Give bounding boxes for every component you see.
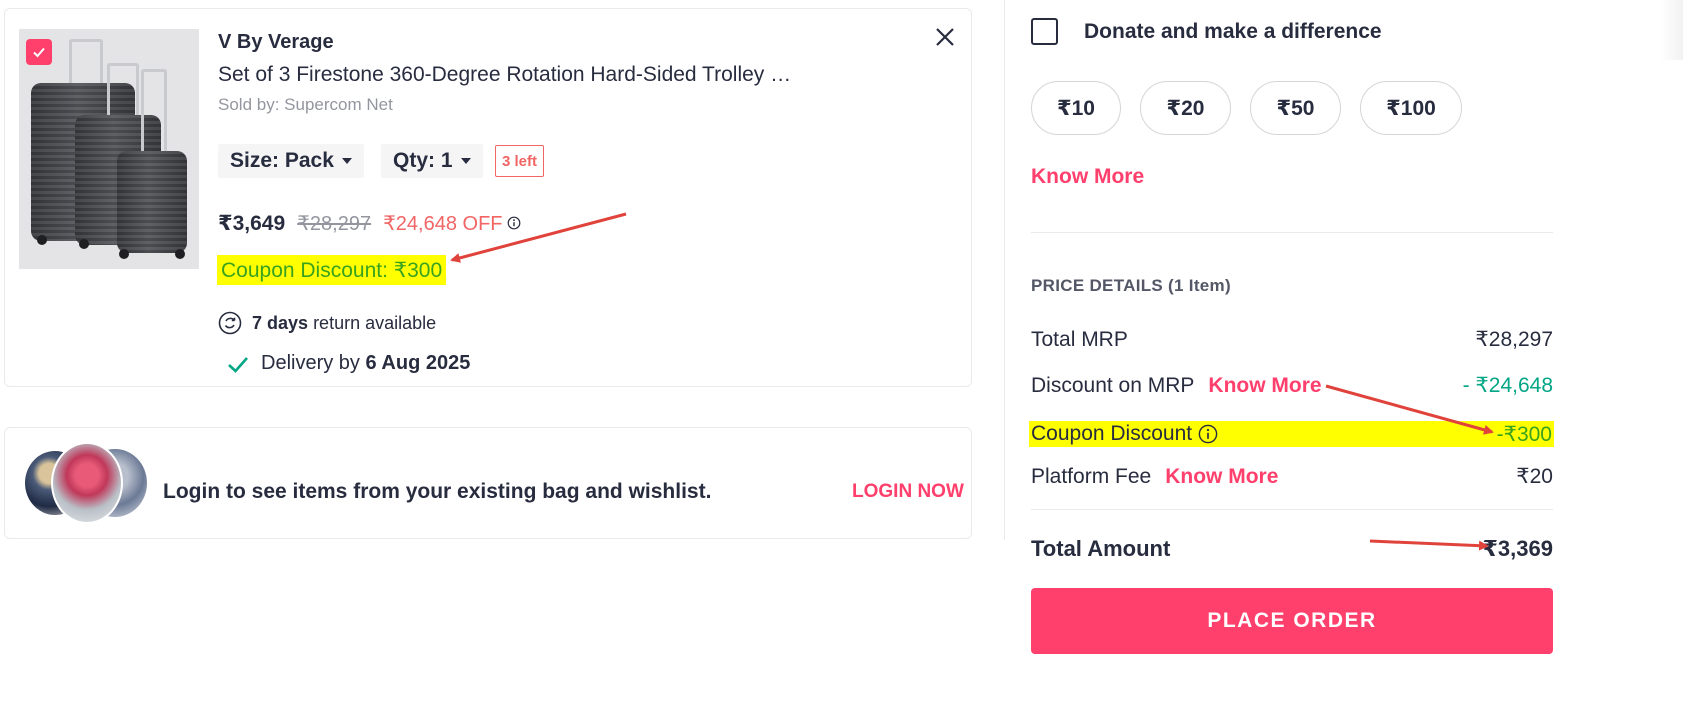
platform-fee-row: Platform Fee Know More ₹20 [1031,464,1553,489]
qty-label: Qty: 1 [393,149,453,172]
price-details-title: PRICE DETAILS (1 Item) [1031,276,1231,295]
donate-amount-50[interactable]: ₹50 [1250,81,1341,135]
checkmark-icon [33,47,45,58]
total-amount-label: Total Amount [1031,536,1171,561]
mrp-price: ₹28,297 [297,213,372,235]
luggage-handle [107,63,139,119]
selling-price: ₹3,649 [218,212,286,235]
column-divider [1004,0,1005,540]
discount-row: Discount on MRP Know More - ₹24,648 [1031,373,1553,398]
stock-badge: 3 left [495,145,545,177]
info-icon[interactable] [507,216,521,230]
donate-label[interactable]: Donate and make a difference [1084,20,1382,44]
avatar-group [23,442,153,524]
coupon-label: Coupon Discount [1031,422,1193,445]
luggage-small [117,151,187,253]
platform-fee-label: Platform Fee [1031,464,1152,488]
product-name[interactable]: Set of 3 Firestone 360-Degree Rotation H… [218,63,791,87]
total-mrp-label: Total MRP [1031,327,1128,351]
avatar [51,442,123,524]
return-days: 7 days [252,312,309,333]
wheel [37,235,47,245]
platform-fee-value: ₹20 [1516,465,1553,488]
wheel [119,249,129,259]
total-mrp-row: Total MRP ₹28,297 [1031,327,1553,352]
product-brand[interactable]: V By Verage [218,31,334,54]
size-dropdown[interactable]: Size: Pack [218,144,364,178]
close-icon [936,28,954,46]
wheel [175,249,185,259]
total-amount-value: ₹3,369 [1482,536,1553,561]
luggage-handle [69,39,103,87]
discount-label: Discount on MRP [1031,373,1195,397]
delivery-info: Delivery by 6 Aug 2025 [227,352,470,375]
size-label: Size: Pack [230,149,334,172]
remove-item-button[interactable] [933,25,957,49]
section-divider [1031,232,1553,233]
platform-fee-know-more-link[interactable]: Know More [1165,465,1278,489]
donate-amount-20[interactable]: ₹20 [1140,81,1231,135]
place-order-button[interactable]: PLACE ORDER [1031,588,1553,654]
discount-value: - ₹24,648 [1462,374,1553,397]
discount-off: ₹24,648 OFF [383,213,503,235]
total-mrp-value: ₹28,297 [1475,328,1553,351]
coupon-discount-row: Coupon Discount -₹300 [1029,421,1554,447]
quantity-dropdown[interactable]: Qty: 1 [381,144,483,178]
product-seller: Sold by: Supercom Net [218,95,393,114]
item-select-checkbox[interactable] [26,39,52,65]
login-now-link[interactable]: LOGIN NOW [852,481,964,503]
discount-know-more-link[interactable]: Know More [1208,374,1321,398]
product-image[interactable] [19,29,199,269]
coupon-value: -₹300 [1496,422,1552,446]
donate-amount-10[interactable]: ₹10 [1031,81,1121,135]
donate-amount-100[interactable]: ₹100 [1360,81,1462,135]
price-row: ₹3,649 ₹28,297 ₹24,648 OFF [218,211,521,236]
delivery-prefix: Delivery by [261,352,360,374]
login-message: Login to see items from your existing ba… [163,480,712,503]
chevron-down-icon [341,158,352,164]
wheel [79,239,89,249]
chevron-down-icon [460,158,471,164]
return-text: return available [313,312,437,333]
item-coupon-discount: Coupon Discount: ₹300 [217,255,447,285]
donate-know-more-link[interactable]: Know More [1031,165,1144,189]
total-amount-row: Total Amount ₹3,369 [1031,536,1553,562]
donate-checkbox[interactable] [1031,18,1058,45]
section-divider [1031,509,1553,510]
login-prompt-card: Login to see items from your existing ba… [4,427,972,539]
donate-section: Donate and make a difference [1031,18,1382,45]
luggage-handle [141,69,167,157]
return-info: 7 days return available [218,311,436,335]
info-icon[interactable] [1198,424,1218,444]
return-icon [218,311,242,335]
scrollbar-edge [1660,0,1683,60]
delivery-date: 6 Aug 2025 [365,352,471,374]
check-icon [228,356,248,373]
cart-item-card: V By Verage Set of 3 Firestone 360-Degre… [4,8,972,387]
